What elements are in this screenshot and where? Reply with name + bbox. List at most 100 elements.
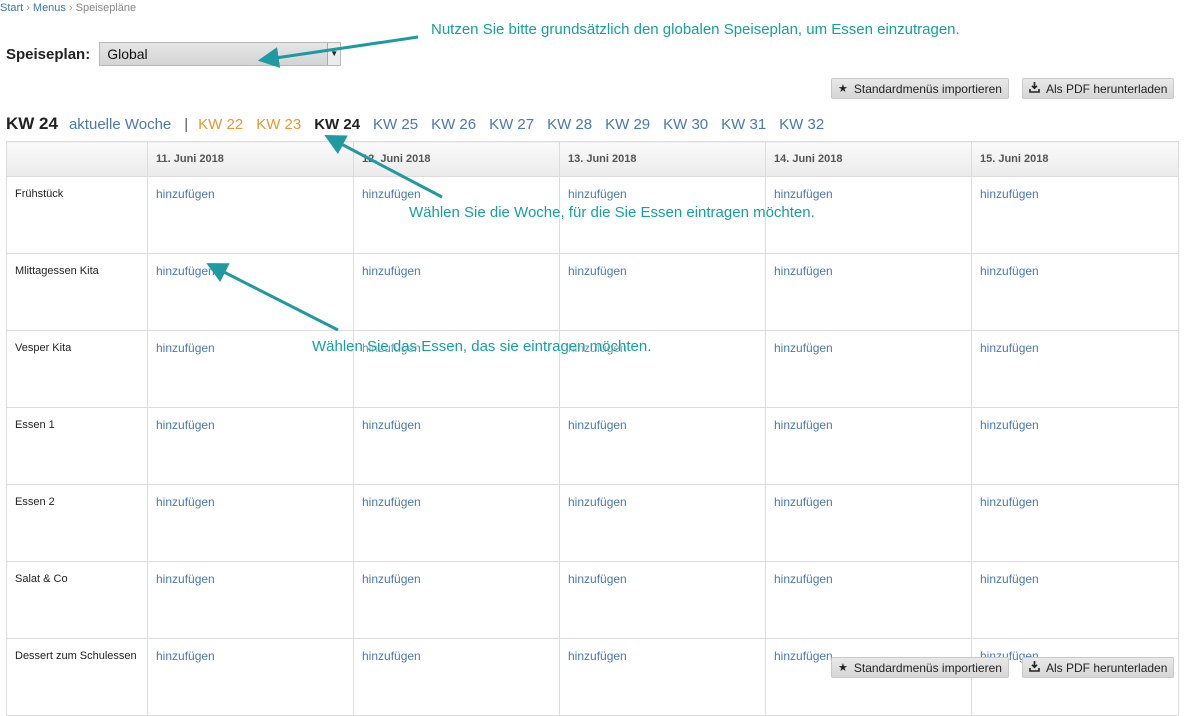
week-link-kw26[interactable]: KW 26 (431, 116, 476, 133)
week-navigation: KW 24 aktuelle Woche | KW 22 KW 23 KW 24… (6, 114, 837, 134)
meal-cell: hinzufügen (353, 638, 560, 716)
week-link-kw22[interactable]: KW 22 (198, 116, 243, 133)
meal-cell: hinzufügen (147, 561, 354, 639)
week-link-kw27[interactable]: KW 27 (489, 116, 534, 133)
day-header: 14. Juni 2018 (765, 141, 972, 177)
add-meal-link[interactable]: hinzufügen (774, 649, 833, 663)
meal-label: Essen 1 (6, 407, 148, 485)
download-icon (1029, 660, 1040, 675)
add-meal-link[interactable]: hinzufügen (774, 187, 833, 201)
add-meal-link[interactable]: hinzufügen (980, 418, 1039, 432)
pdf-button-label: Als PDF herunterladen (1046, 660, 1168, 675)
add-meal-link[interactable]: hinzufügen (980, 572, 1039, 586)
add-meal-link[interactable]: hinzufügen (362, 649, 421, 663)
meal-cell: hinzufügen (559, 407, 766, 485)
add-meal-link[interactable]: hinzufügen (156, 418, 215, 432)
add-meal-link[interactable]: hinzufügen (568, 572, 627, 586)
meal-cell: hinzufügen (559, 484, 766, 562)
breadcrumb-start[interactable]: Start (0, 2, 23, 14)
week-link-kw24[interactable]: KW 24 (314, 116, 360, 133)
chevron-down-icon[interactable]: ▼ (327, 43, 341, 65)
breadcrumb-separator: › (26, 2, 30, 14)
plan-selector-label: Speiseplan: (6, 45, 91, 63)
meal-cell: hinzufügen (559, 638, 766, 716)
day-header: 13. Juni 2018 (559, 141, 766, 177)
pdf-button-label: Als PDF herunterladen (1046, 81, 1168, 96)
breadcrumb-separator: › (68, 2, 73, 14)
add-meal-link[interactable]: hinzufügen (156, 341, 215, 355)
add-meal-link[interactable]: hinzufügen (980, 341, 1039, 355)
table-row: Essen 2 hinzufügen hinzufügen hinzufügen… (6, 484, 1179, 562)
add-meal-link[interactable]: hinzufügen (156, 187, 215, 201)
plan-selector-row: Speiseplan: Global ▼ (6, 41, 342, 67)
week-link-kw28[interactable]: KW 28 (547, 116, 592, 133)
meal-cell: hinzufügen (971, 561, 1179, 639)
add-meal-link[interactable]: hinzufügen (980, 495, 1039, 509)
add-meal-link[interactable]: hinzufügen (774, 341, 833, 355)
add-meal-link[interactable]: hinzufügen (362, 495, 421, 509)
week-link-kw29[interactable]: KW 29 (605, 116, 650, 133)
meal-plan-table: 11. Juni 2018 12. Juni 2018 13. Juni 201… (6, 141, 1179, 716)
add-meal-link[interactable]: hinzufügen (568, 264, 627, 278)
download-pdf-button-bottom[interactable]: Als PDF herunterladen (1022, 657, 1175, 678)
week-link-kw31[interactable]: KW 31 (721, 116, 766, 133)
add-meal-link[interactable]: hinzufügen (980, 187, 1039, 201)
annotation-week-note: Wählen Sie die Woche, für die Sie Essen … (409, 204, 815, 221)
star-icon: ★ (838, 662, 848, 674)
import-standard-menus-button-bottom[interactable]: ★ Standardmenüs importieren (831, 657, 1009, 678)
breadcrumb-current: Speisepläne (75, 2, 137, 14)
meal-cell: hinzufügen (147, 176, 354, 254)
add-meal-link[interactable]: hinzufügen (362, 264, 421, 278)
add-meal-link[interactable]: hinzufügen (774, 418, 833, 432)
download-icon (1029, 81, 1040, 96)
meal-label: Mlittagessen Kita (6, 253, 148, 331)
meal-cell: hinzufügen (147, 638, 354, 716)
add-meal-link[interactable]: hinzufügen (774, 264, 833, 278)
add-meal-link[interactable]: hinzufügen (980, 264, 1039, 278)
add-meal-link[interactable]: hinzufügen (568, 495, 627, 509)
import-button-label: Standardmenüs importieren (853, 660, 1002, 675)
breadcrumb-menus[interactable]: Menus (33, 2, 66, 14)
star-icon: ★ (838, 83, 848, 95)
week-link-kw30[interactable]: KW 30 (663, 116, 708, 133)
week-separator: | (184, 116, 189, 133)
day-header: 11. Juni 2018 (147, 141, 354, 177)
import-button-label: Standardmenüs importieren (853, 81, 1002, 96)
current-week-heading: KW 24 (6, 114, 58, 133)
download-pdf-button[interactable]: Als PDF herunterladen (1022, 78, 1175, 99)
add-meal-link[interactable]: hinzufügen (362, 572, 421, 586)
current-week-link[interactable]: aktuelle Woche (69, 116, 171, 133)
add-meal-link[interactable]: hinzufügen (362, 418, 421, 432)
corner-header (6, 141, 148, 177)
meal-cell: hinzufügen (147, 253, 354, 331)
plan-select[interactable]: Global ▼ (99, 42, 342, 66)
add-meal-link[interactable]: hinzufügen (774, 495, 833, 509)
meal-cell: hinzufügen (971, 176, 1179, 254)
meal-cell: hinzufügen (353, 561, 560, 639)
week-link-kw32[interactable]: KW 32 (779, 116, 824, 133)
meal-cell: hinzufügen (147, 484, 354, 562)
add-meal-link[interactable]: hinzufügen (156, 649, 215, 663)
meal-cell: hinzufügen (147, 407, 354, 485)
meal-cell: hinzufügen (559, 561, 766, 639)
add-meal-link[interactable]: hinzufügen (156, 495, 215, 509)
add-meal-link[interactable]: hinzufügen (156, 572, 215, 586)
add-meal-link[interactable]: hinzufügen (156, 264, 215, 278)
meal-cell: hinzufügen (765, 484, 972, 562)
import-standard-menus-button[interactable]: ★ Standardmenüs importieren (831, 78, 1009, 99)
add-meal-link[interactable]: hinzufügen (568, 187, 627, 201)
table-row: Mlittagessen Kita hinzufügen hinzufügen … (6, 253, 1179, 331)
meal-cell: hinzufügen (971, 253, 1179, 331)
add-meal-link[interactable]: hinzufügen (568, 649, 627, 663)
table-header-row: 11. Juni 2018 12. Juni 2018 13. Juni 201… (6, 141, 1179, 177)
breadcrumb: Start › Menus › Speisepläne (0, 2, 136, 14)
meal-cell: hinzufügen (559, 253, 766, 331)
meal-label: Dessert zum Schulessen (6, 638, 148, 716)
add-meal-link[interactable]: hinzufügen (362, 187, 421, 201)
meal-label: Vesper Kita (6, 330, 148, 408)
week-link-kw25[interactable]: KW 25 (373, 116, 418, 133)
week-link-kw23[interactable]: KW 23 (256, 116, 301, 133)
add-meal-link[interactable]: hinzufügen (774, 572, 833, 586)
add-meal-link[interactable]: hinzufügen (568, 418, 627, 432)
meal-cell: hinzufügen (765, 407, 972, 485)
